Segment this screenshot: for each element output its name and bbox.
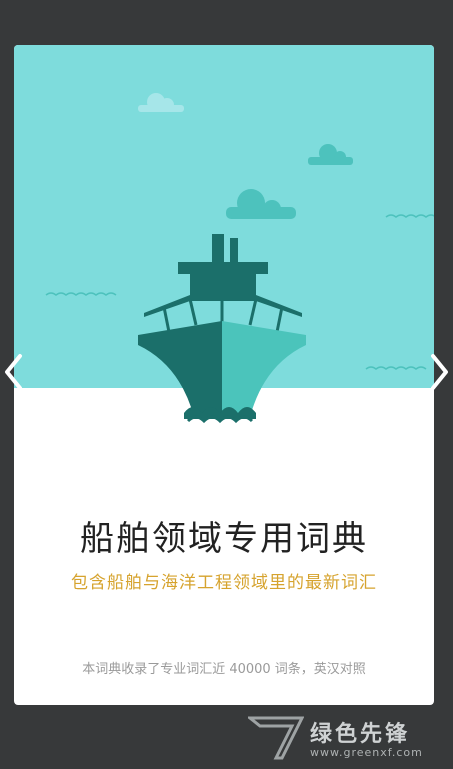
prev-button[interactable] [2, 352, 26, 392]
page-title: 船舶领域专用词典 [80, 519, 368, 559]
description-text: 本词典收录了专业词汇近 40000 词条，英汉对照 [82, 662, 366, 677]
ship-illustration [14, 45, 434, 465]
watermark: 绿色先锋 www.greenxf.com [245, 712, 448, 768]
intro-card: 船舶领域专用词典 包含船舶与海洋工程领域里的最新词汇 本词典收录了专业词汇近 4… [14, 45, 434, 705]
page-subtitle: 包含船舶与海洋工程领域里的最新词汇 [71, 573, 377, 593]
next-button[interactable] [427, 352, 451, 392]
watermark-url: www.greenxf.com [310, 746, 423, 759]
watermark-text: 绿色先锋 [310, 722, 411, 747]
watermark-logo-icon [245, 716, 305, 760]
chevron-right-icon [431, 354, 448, 390]
chevron-left-icon [5, 354, 22, 390]
